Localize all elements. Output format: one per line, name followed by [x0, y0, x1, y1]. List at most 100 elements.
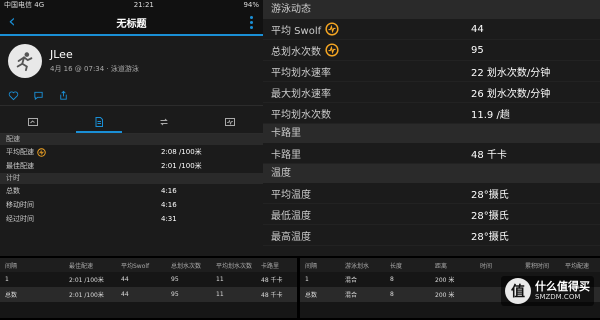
table-cell: 48 千卡	[261, 277, 283, 284]
battery-label: 94%	[243, 1, 259, 9]
column-header: 平均配速	[565, 262, 590, 270]
pace-gauge-icon	[37, 147, 46, 157]
table-row[interactable]: 总数 2:01 /100米 44 95 11 48 千卡	[0, 287, 297, 302]
table-cell: 2:01 /100米	[69, 277, 104, 284]
max-temp-row: 最高温度 28°摄氏	[263, 225, 600, 246]
column-header: 游泳划水	[345, 262, 370, 270]
column-header: 平均划水次数	[216, 262, 253, 270]
status-bar: 中国电信 4G 21:21 94%	[0, 0, 263, 10]
max-temp-value: 28°摄氏	[471, 231, 509, 243]
swimmer-icon	[16, 52, 33, 72]
calories-row: 卡路里 48 千卡	[263, 143, 600, 164]
total-time-value: 4:16	[161, 187, 177, 195]
table-cell: 44	[121, 276, 129, 283]
table-cell: 200 米	[435, 277, 455, 284]
table-cell: 8	[390, 276, 394, 283]
heart-icon[interactable]	[8, 90, 19, 101]
moving-time-label: 移动时间	[6, 201, 34, 209]
total-strokes-value: 95	[471, 44, 484, 56]
avg-temp-value: 28°摄氏	[471, 189, 509, 201]
interval-table-summary: 间隔 最佳配速 平均Swolf 总划水次数 平均划水次数 卡路里 1 2:01 …	[0, 258, 297, 318]
max-stroke-rate-label: 最大划水速率	[271, 88, 331, 100]
avg-stroke-rate-row: 平均划水速率 22 划水次数/分钟	[263, 61, 600, 82]
total-time-label: 总数	[6, 187, 20, 195]
moving-time-row: 移动时间 4:16	[0, 198, 263, 212]
avg-strokes-value: 11.9 /趟	[471, 109, 510, 121]
column-header: 距离	[435, 262, 448, 270]
moving-time-value: 4:16	[161, 201, 177, 209]
table-header: 间隔 最佳配速 平均Swolf 总划水次数 平均划水次数 卡路里	[0, 258, 297, 272]
total-time-row: 总数 4:16	[0, 184, 263, 198]
table-cell: 200 米	[435, 292, 455, 299]
min-temp-row: 最低温度 28°摄氏	[263, 204, 600, 225]
avg-temp-label: 平均温度	[271, 189, 311, 201]
avg-pace-label: 平均配速	[6, 148, 34, 156]
best-pace-value: 2:01 /100米	[161, 162, 202, 170]
table-cell: 95	[171, 291, 179, 298]
calories-value: 48 千卡	[471, 149, 507, 161]
user-name: JLee	[50, 48, 73, 61]
watermark-subtext: SMZDM.COM	[535, 293, 581, 301]
calories-label: 卡路里	[271, 149, 301, 161]
best-pace-label: 最佳配速	[6, 162, 34, 170]
watermark-text: 什么值得买	[535, 280, 590, 293]
table-cell: 48 千卡	[261, 292, 283, 299]
interval-table-laps: 间隔 游泳划水 长度 距离 时间 累积时间 平均配速 1 混合 8 200 米 …	[300, 258, 600, 318]
column-header: 卡路里	[261, 262, 280, 270]
table-cell: 混合	[345, 277, 358, 284]
best-pace-row: 最佳配速 2:01 /100米	[0, 159, 263, 173]
tab-charts[interactable]	[197, 110, 263, 133]
clock: 21:21	[133, 1, 154, 9]
min-temp-label: 最低温度	[271, 210, 311, 222]
more-options-icon[interactable]	[239, 15, 263, 29]
max-stroke-rate-row: 最大划水速率 26 划水次数/分钟	[263, 82, 600, 103]
document-icon	[95, 116, 103, 127]
timing-section-header: 计时	[0, 173, 263, 184]
tab-stats[interactable]	[66, 110, 132, 133]
total-strokes-label: 总划水次数	[271, 46, 321, 58]
table-row[interactable]: 1 2:01 /100米 44 95 11 48 千卡	[0, 272, 297, 287]
activity-summary-panel: 中国电信 4G 21:21 94% ‹ 无标题 JLee 4月 16 @ 07:…	[0, 0, 263, 256]
share-icon[interactable]	[58, 90, 69, 101]
avg-stroke-rate-value: 22 划水次数/分钟	[471, 67, 551, 79]
table-cell: 总数	[5, 292, 18, 299]
pace-section-header: 配速	[0, 134, 263, 145]
strokes-gauge-icon	[325, 43, 339, 57]
overview-icon	[27, 117, 38, 126]
avg-strokes-label: 平均划水次数	[271, 109, 331, 121]
tab-laps[interactable]	[132, 110, 198, 133]
table-cell: 11	[216, 276, 224, 283]
elapsed-time-label: 经过时间	[6, 215, 34, 223]
swolf-gauge-icon	[325, 22, 339, 36]
avatar[interactable]	[8, 44, 42, 78]
column-header: 间隔	[305, 262, 318, 270]
temperature-header: 温度	[263, 164, 600, 183]
total-strokes-row: 总划水次数 95	[263, 40, 600, 61]
elapsed-time-value: 4:31	[161, 215, 177, 223]
column-header: 间隔	[5, 262, 18, 270]
detail-tabs	[0, 110, 263, 134]
table-header: 间隔 游泳划水 长度 距离 时间 累积时间 平均配速	[300, 258, 600, 272]
activity-meta: 4月 16 @ 07:34 · 泳道游泳	[50, 65, 139, 73]
table-cell: 混合	[345, 292, 358, 299]
tab-overview[interactable]	[0, 110, 66, 133]
avg-pace-row: 平均配速 2:08 /100米	[0, 145, 263, 159]
table-cell: 44	[121, 291, 129, 298]
swolf-label: 平均 Swolf	[271, 25, 322, 37]
back-arrow-icon[interactable]: ‹	[0, 11, 24, 33]
column-header: 总划水次数	[171, 262, 202, 270]
social-actions	[0, 86, 263, 106]
elapsed-time-row: 经过时间 4:31	[0, 212, 263, 226]
page-title: 无标题	[116, 18, 147, 30]
avg-pace-value: 2:08 /100米	[161, 148, 202, 156]
activity-header: JLee 4月 16 @ 07:34 · 泳道游泳	[0, 36, 263, 86]
comment-icon[interactable]	[33, 90, 44, 101]
calories-header: 卡路里	[263, 124, 600, 143]
chart-icon	[225, 117, 236, 126]
table-cell: 总数	[305, 292, 318, 299]
swolf-value: 44	[471, 23, 484, 35]
column-header: 时间	[480, 262, 493, 270]
column-header: 平均Swolf	[121, 262, 150, 270]
column-header: 长度	[390, 262, 403, 270]
table-cell: 1	[305, 276, 309, 283]
